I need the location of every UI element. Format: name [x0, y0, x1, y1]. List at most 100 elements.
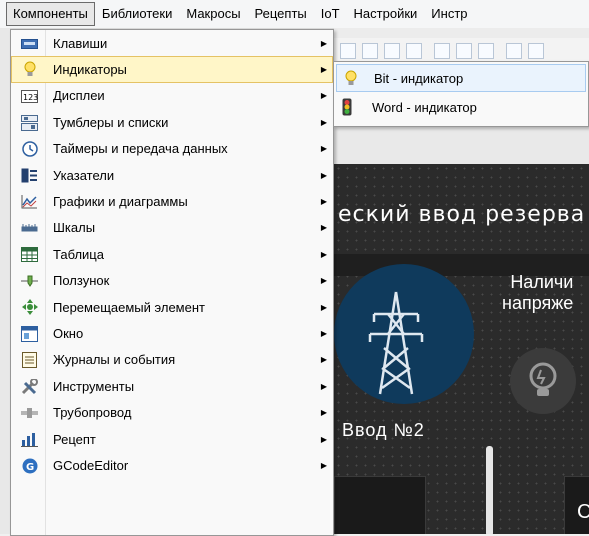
- toolbar-icon[interactable]: [362, 43, 378, 59]
- menu-item-label: Таймеры и передача данных: [53, 141, 228, 157]
- hmi-title: еский ввод резерва: [338, 202, 586, 227]
- components-dropdown: Клавиши ▶ Индикаторы ▶ 123 Дисплеи ▶ Тум…: [10, 29, 334, 536]
- submenu-item-bit-indicator[interactable]: Bit - индикатор: [336, 64, 586, 92]
- menu-item-table[interactable]: Таблица ▶: [11, 241, 333, 267]
- bulb-icon: [21, 61, 38, 78]
- menu-item-label: Указатели: [53, 167, 115, 183]
- menu-item-movable[interactable]: Перемещаемый элемент ▶: [11, 294, 333, 320]
- submenu-arrow-icon: ▶: [320, 144, 327, 154]
- submenu-arrow-icon: ▶: [320, 381, 327, 391]
- pipe-segment: [486, 446, 493, 534]
- menu-item-scales[interactable]: Шкалы ▶: [11, 215, 333, 241]
- menu-item-label: Таблица: [53, 246, 104, 262]
- submenu-arrow-icon: ▶: [320, 197, 327, 207]
- hmi-panel-right[interactable]: С: [564, 476, 589, 534]
- menu-item-indicators[interactable]: Индикаторы ▶: [11, 56, 333, 83]
- bulb-indicator[interactable]: [510, 348, 576, 414]
- bulb-icon: [344, 70, 360, 86]
- menu-item-gcode-editor[interactable]: G GCodeEditor ▶: [11, 452, 333, 478]
- toolbar-icon[interactable]: [456, 43, 472, 59]
- submenu-item-label: Word - индикатор: [372, 99, 477, 115]
- submenu-item-word-indicator[interactable]: Word - индикатор: [334, 92, 588, 122]
- toolbar-icon[interactable]: [434, 43, 450, 59]
- menu-item-label: Графики и диаграммы: [53, 194, 188, 210]
- indicators-submenu: Bit - индикатор Word - индикатор: [333, 61, 589, 127]
- tools-icon: [21, 378, 38, 395]
- menu-libraries[interactable]: Библиотеки: [95, 2, 179, 26]
- menu-item-slider[interactable]: Ползунок ▶: [11, 268, 333, 294]
- toolbar-icon[interactable]: [340, 43, 356, 59]
- menu-item-label: Окно: [53, 325, 84, 341]
- toolbar-icon[interactable]: [528, 43, 544, 59]
- menu-tools[interactable]: Инстр: [424, 2, 474, 26]
- menu-item-tools[interactable]: Инструменты ▶: [11, 373, 333, 399]
- menubar: Компоненты Библиотеки Макросы Рецепты Io…: [0, 0, 589, 29]
- submenu-arrow-icon: ▶: [320, 170, 327, 180]
- menu-settings[interactable]: Настройки: [347, 2, 425, 26]
- menu-item-label: Журналы и события: [53, 352, 176, 368]
- menu-item-timers[interactable]: Таймеры и передача данных ▶: [11, 136, 333, 162]
- log-icon: [21, 352, 38, 369]
- panel-right-label: С: [577, 501, 589, 523]
- menu-item-label: Рецепт: [53, 431, 96, 447]
- submenu-item-label: Bit - индикатор: [374, 70, 464, 86]
- toolbar-icon[interactable]: [478, 43, 494, 59]
- keyboard-icon: [21, 35, 38, 52]
- submenu-arrow-icon: ▶: [320, 117, 327, 127]
- menu-recipes[interactable]: Рецепты: [248, 2, 314, 26]
- move-icon: [21, 299, 38, 316]
- menu-item-label: Клавиши: [53, 35, 108, 51]
- voltage-label-line1: Наличи: [510, 272, 574, 292]
- voltage-label: Наличи напряже: [502, 272, 573, 314]
- menu-item-window[interactable]: Окно ▶: [11, 320, 333, 346]
- menu-item-label: Шкалы: [53, 220, 96, 236]
- submenu-arrow-icon: ▶: [320, 65, 327, 75]
- submenu-arrow-icon: ▶: [320, 302, 327, 312]
- toolbar-icon[interactable]: [406, 43, 422, 59]
- hmi-panel-left[interactable]: [334, 476, 426, 534]
- menu-item-pipeline[interactable]: Трубопровод ▶: [11, 399, 333, 425]
- table-icon: [21, 246, 38, 263]
- voltage-label-line2: напряже: [502, 293, 574, 313]
- pipe-icon: [21, 404, 38, 421]
- menu-item-label: Дисплеи: [53, 88, 105, 104]
- toolbar-icon[interactable]: [506, 43, 522, 59]
- menu-item-logs-events[interactable]: Журналы и события ▶: [11, 347, 333, 373]
- window-icon: [21, 325, 38, 342]
- traffic-light-icon: [342, 98, 358, 116]
- menu-item-label: GCodeEditor: [53, 457, 129, 473]
- menu-item-label: Трубопровод: [53, 405, 132, 421]
- scale-icon: [21, 220, 38, 237]
- menu-item-recipe[interactable]: Рецепт ▶: [11, 426, 333, 452]
- submenu-arrow-icon: ▶: [320, 408, 327, 418]
- toggle-list-icon: [21, 114, 38, 131]
- menu-item-charts[interactable]: Графики и диаграммы ▶: [11, 188, 333, 214]
- submenu-arrow-icon: ▶: [320, 355, 327, 365]
- menu-components[interactable]: Компоненты: [6, 2, 95, 26]
- svg-text:123: 123: [23, 93, 38, 102]
- recipe-icon: [21, 431, 38, 448]
- menu-item-pointers[interactable]: Указатели ▶: [11, 162, 333, 188]
- menu-item-toggles-lists[interactable]: Тумблеры и списки ▶: [11, 109, 333, 135]
- chart-icon: [21, 193, 38, 210]
- menu-item-displays[interactable]: 123 Дисплеи ▶: [11, 83, 333, 109]
- gcode-icon: G: [21, 457, 38, 474]
- menu-item-label: Перемещаемый элемент: [53, 299, 205, 315]
- menu-item-label: Ползунок: [53, 273, 110, 289]
- menu-macros[interactable]: Макросы: [179, 2, 247, 26]
- submenu-arrow-icon: ▶: [320, 434, 327, 444]
- slider-icon: [21, 273, 38, 290]
- menu-iot[interactable]: IoT: [314, 2, 347, 26]
- submenu-arrow-icon: ▶: [320, 276, 327, 286]
- submenu-arrow-icon: ▶: [320, 38, 327, 48]
- submenu-arrow-icon: ▶: [320, 249, 327, 259]
- menu-item-keys[interactable]: Клавиши ▶: [11, 30, 333, 56]
- left-panel-edge: [0, 28, 10, 534]
- toolbar-icon[interactable]: [384, 43, 400, 59]
- submenu-arrow-icon: ▶: [320, 460, 327, 470]
- input-2-label: Ввод №2: [342, 420, 425, 440]
- svg-text:G: G: [26, 462, 34, 473]
- menu-item-label: Тумблеры и списки: [53, 114, 169, 130]
- pointer-icon: [21, 167, 38, 184]
- submenu-arrow-icon: ▶: [320, 223, 327, 233]
